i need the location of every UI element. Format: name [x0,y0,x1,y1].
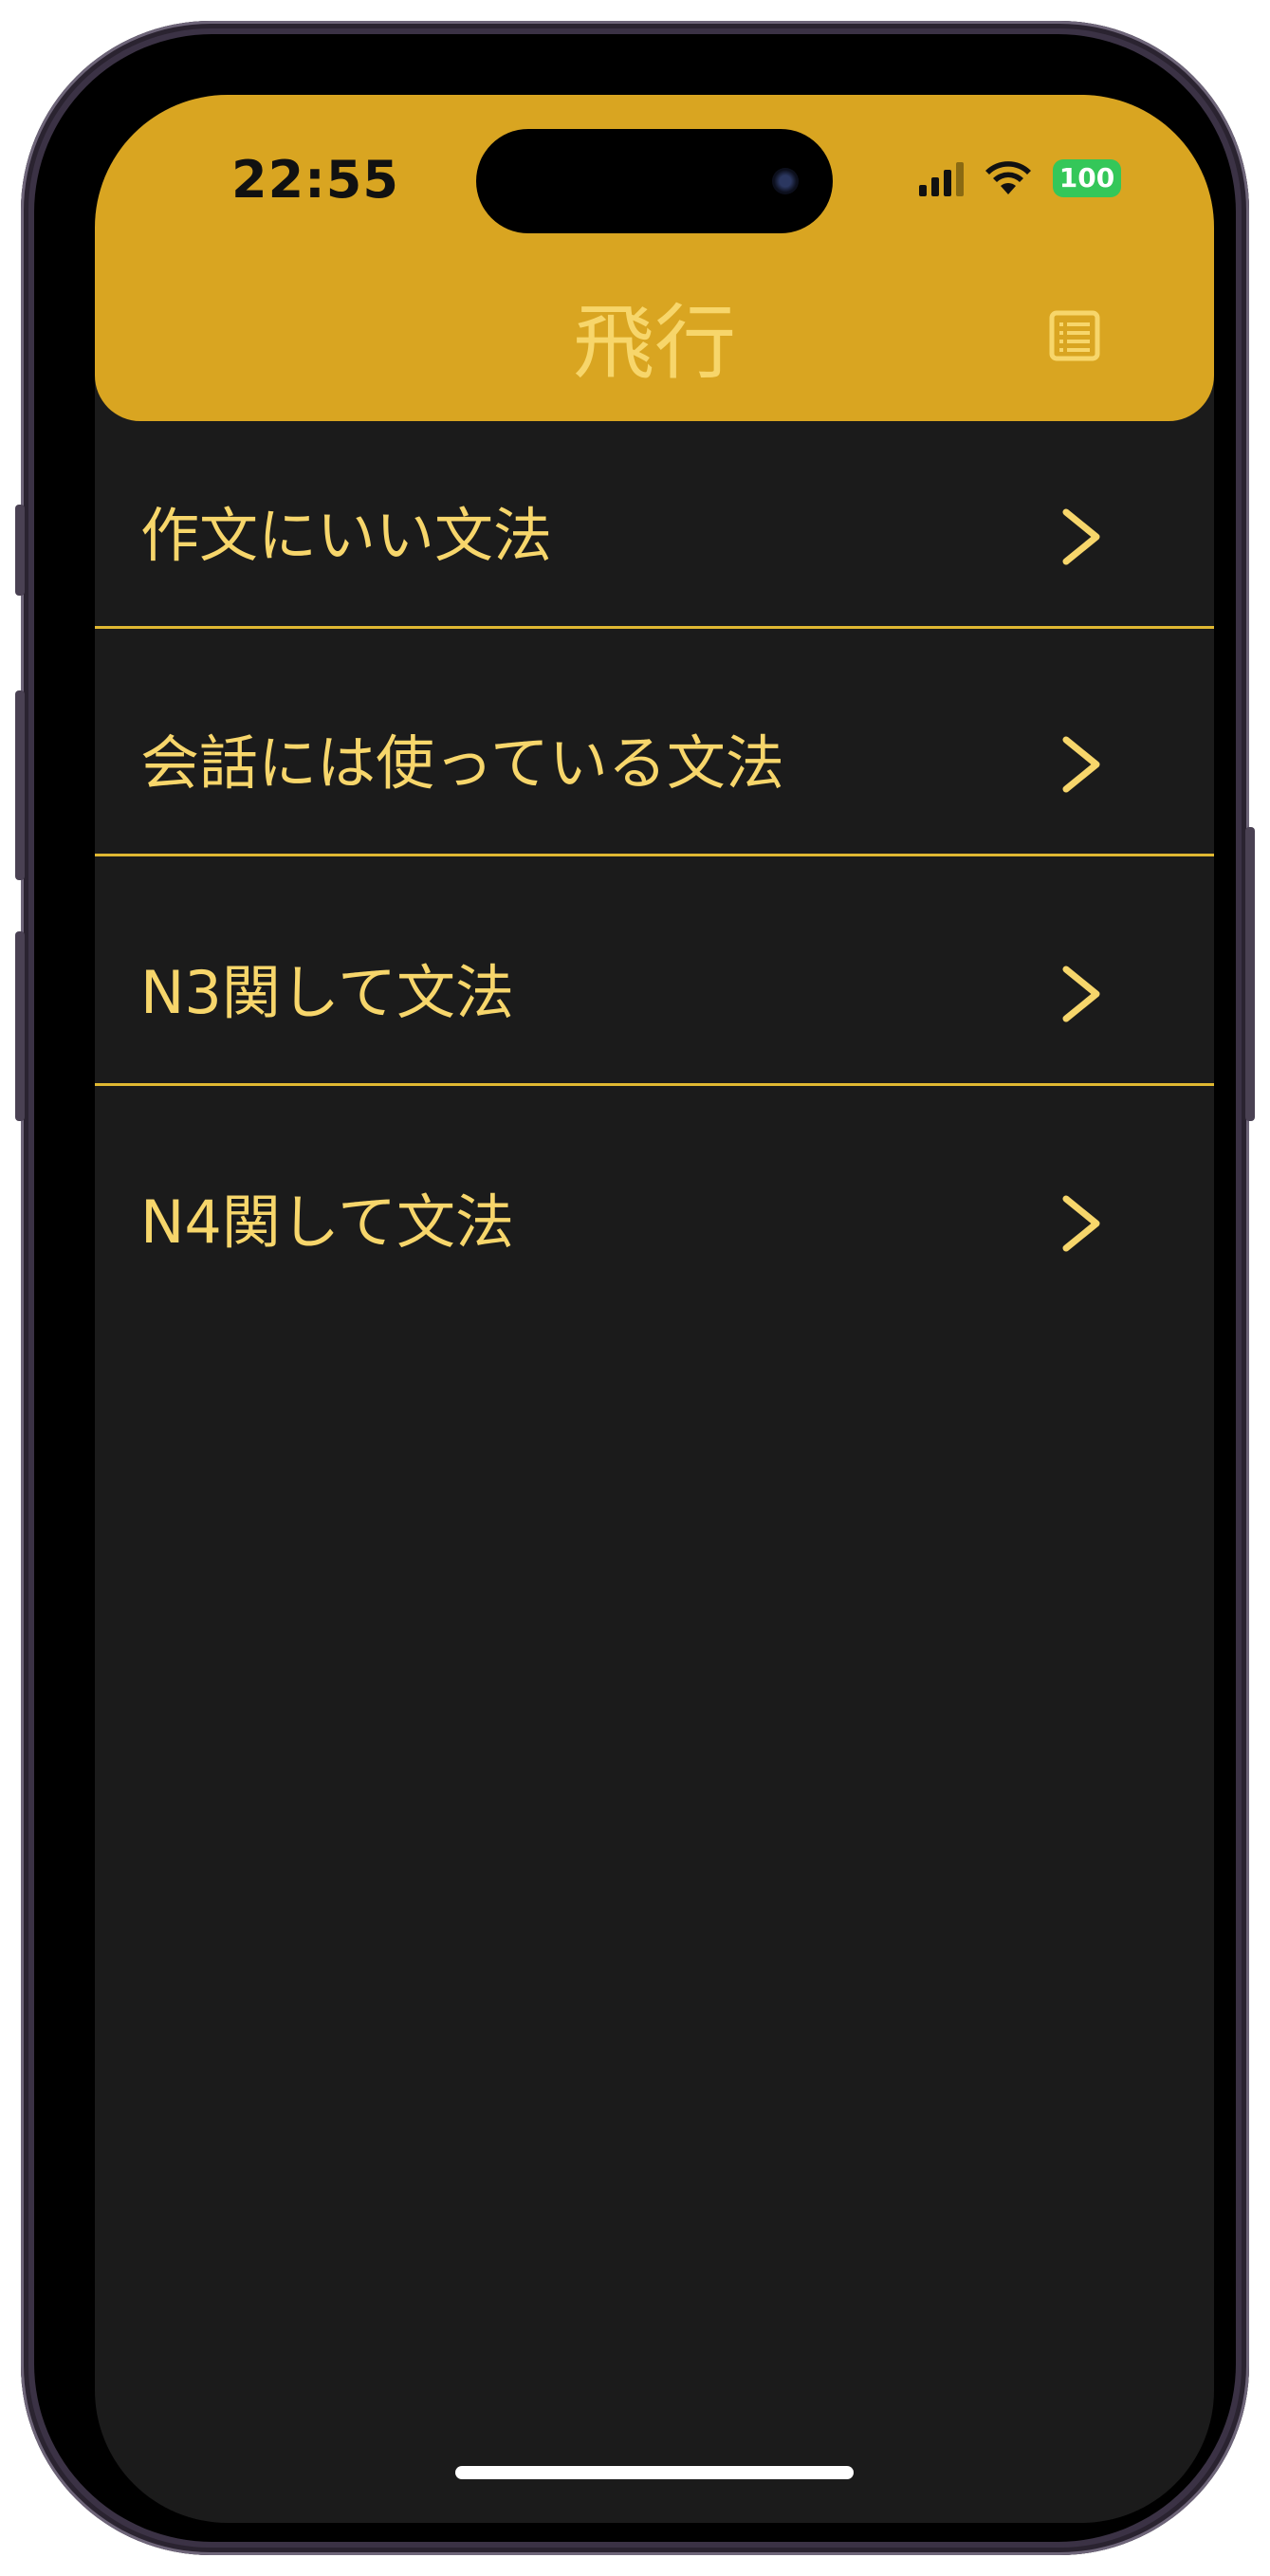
chevron-right-icon [1062,736,1100,793]
volume-up-button [15,690,25,880]
home-indicator[interactable] [455,2466,854,2479]
power-button [1245,827,1255,1121]
page-title: 飛行 [573,296,736,391]
divider [95,626,1214,629]
wifi-icon [985,161,1031,194]
list-item-label: 作文にいい文法 [140,501,553,570]
chevron-right-icon [1062,508,1100,565]
list-item[interactable]: 会話には使っている文法 [95,649,1214,878]
list-item-label: 会話には使っている文法 [140,728,784,798]
screen: 22:55 100 飛行 作文にいい文法 会話には使っている文法 N3関して文法… [95,95,1214,2523]
chevron-right-icon [1062,1195,1100,1252]
list-icon[interactable] [1048,309,1101,362]
front-camera [772,168,799,194]
cellular-signal-icon [919,160,964,196]
list-item[interactable]: 作文にいい文法 [95,421,1214,651]
phone-frame: 22:55 100 飛行 作文にいい文法 会話には使っている文法 N3関して文法… [15,21,1255,2555]
chevron-right-icon [1062,966,1100,1022]
navigation-header: 22:55 100 飛行 [95,95,1214,421]
list-item-label: N4関して文法 [140,1187,514,1257]
divider [95,854,1214,856]
status-icons: 100 [919,159,1121,197]
dynamic-island [476,129,833,233]
volume-down-button [15,931,25,1121]
battery-icon: 100 [1053,159,1121,197]
action-button [15,505,25,596]
list-item[interactable]: N4関して文法 [95,1108,1214,1337]
status-time: 22:55 [231,150,399,210]
divider [95,1083,1214,1086]
list-item-label: N3関して文法 [140,958,514,1027]
list-item[interactable]: N3関して文法 [95,878,1214,1108]
